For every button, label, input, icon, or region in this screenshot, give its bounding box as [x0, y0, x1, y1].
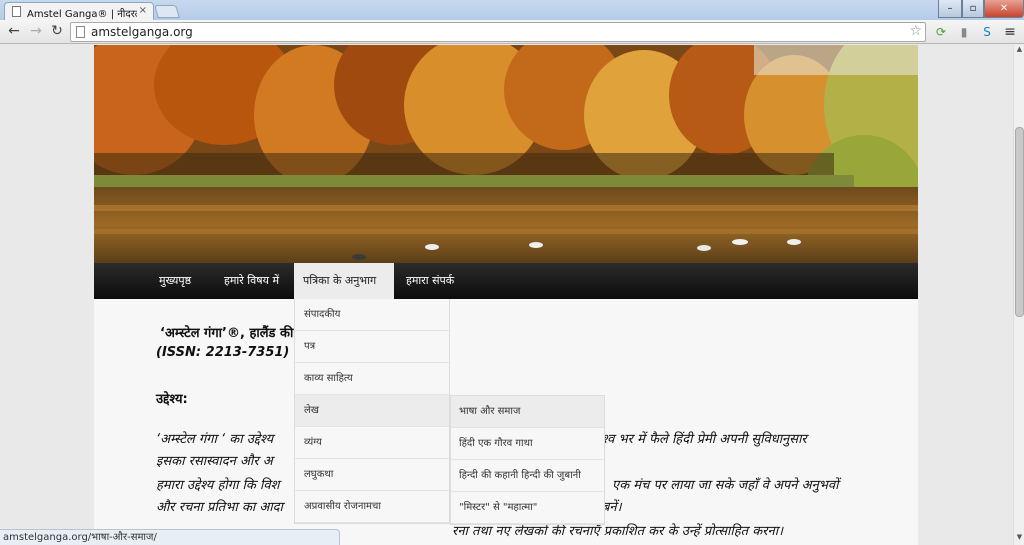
intro-title: ‘अम्स्टेल गंगा’®, हालैंड की — [160, 326, 294, 341]
nav-item-magazine-sections[interactable]: पत्रिका के अनुभाग — [294, 263, 394, 299]
forward-button[interactable]: → — [27, 22, 45, 40]
url-input[interactable] — [91, 25, 891, 39]
scrollbar-thumb[interactable] — [1015, 127, 1024, 317]
header-banner-image — [94, 45, 918, 263]
dropdown-item-poetry[interactable]: काव्य साहित्य — [295, 363, 449, 395]
dropdown-item-satire[interactable]: व्यंग्य — [295, 427, 449, 459]
new-tab-button[interactable] — [154, 5, 180, 18]
submenu-item-language-society[interactable]: भाषा और समाज — [451, 396, 604, 428]
browser-tab[interactable]: Amstel Ganga® | नीदरलैंड × — [4, 2, 154, 20]
page-icon — [76, 26, 85, 38]
dropdown-item-editorial[interactable]: संपादकीय — [295, 299, 449, 331]
browser-toolbar: ← → ↻ ☆ ⟳ ▮ S ≡ — [0, 20, 1024, 44]
signal-bars-icon[interactable]: ▮ — [956, 24, 972, 40]
paragraph-text: एक मंच पर लाया जा सके जहाँ वे अपने अनुभव… — [612, 478, 839, 493]
scroll-down-icon[interactable]: ▼ — [1014, 533, 1024, 545]
minimize-icon: – — [947, 3, 953, 14]
paragraph-text: हमारा उद्देश्य होगा कि विश — [156, 478, 280, 493]
menu-icon[interactable]: ≡ — [1002, 24, 1018, 40]
paragraph-text: और रचना प्रतिभा का आदा — [156, 500, 283, 515]
dropdown-item-letters[interactable]: पत्र — [295, 331, 449, 363]
main-navigation: मुख्यपृष्ठ हमारे विषय में पत्रिका के अनु… — [94, 263, 918, 299]
dropdown-item-articles[interactable]: लेख — [295, 395, 449, 427]
magazine-sections-dropdown: संपादकीय पत्र काव्य साहित्य लेख व्यंग्य … — [294, 299, 450, 524]
reload-button[interactable]: ↻ — [48, 22, 66, 40]
submenu-item-mister-mahatma[interactable]: "मिस्टर" से "महात्मा" — [451, 492, 604, 524]
paragraph-text: विश्व भर में फैले हिंदी प्रेमी अपनी सुवि… — [591, 432, 807, 447]
paragraph-text: इसका रसास्वादन और अ — [156, 454, 273, 469]
vertical-scrollbar[interactable]: ▲ ▼ — [1013, 45, 1024, 545]
nav-item-home[interactable]: मुख्यपृष्ठ — [150, 263, 200, 299]
tab-close-icon[interactable]: × — [139, 5, 147, 16]
back-button[interactable]: ← — [5, 22, 23, 40]
minimize-button[interactable]: – — [938, 0, 962, 18]
issn-number: (ISSN: 2213-7351) — [156, 345, 290, 360]
dropdown-item-diaspora-diary[interactable]: अप्रवासीय रोजनामचा — [295, 491, 449, 523]
close-icon: ✕ — [999, 3, 1009, 14]
window-titlebar: Amstel Ganga® | नीदरलैंड × – ▫ ✕ — [0, 0, 1024, 20]
page-icon — [12, 6, 21, 17]
paragraph-text: ‘अम्स्टेल गंगा ‘ का उद्देश्य — [156, 432, 274, 447]
articles-submenu: भाषा और समाज हिंदी एक गौरव गाथा हिन्दी क… — [450, 395, 605, 525]
skype-icon[interactable]: S — [979, 24, 995, 40]
submenu-item-hindi-story[interactable]: हिन्दी की कहानी हिन्दी की जुबानी — [451, 460, 604, 492]
nav-item-about[interactable]: हमारे विषय में — [215, 263, 288, 299]
submenu-item-hindi-glory[interactable]: हिंदी एक गौरव गाथा — [451, 428, 604, 460]
bookmark-star-icon[interactable]: ☆ — [909, 23, 922, 39]
page-viewport: मुख्यपृष्ठ हमारे विषय में पत्रिका के अनु… — [0, 45, 1013, 545]
extension-refresh-icon[interactable]: ⟳ — [933, 24, 949, 40]
close-window-button[interactable]: ✕ — [984, 0, 1024, 18]
status-bar-url: amstelganga.org/भाषा-और-समाज/ — [0, 529, 340, 545]
tab-title: Amstel Ganga® | नीदरलैंड — [27, 9, 137, 20]
scroll-up-icon[interactable]: ▲ — [1014, 45, 1024, 57]
maximize-button[interactable]: ▫ — [962, 0, 984, 18]
nav-item-contact[interactable]: हमारा संपर्क — [397, 263, 463, 299]
objective-heading: उद्देश्य: — [156, 392, 188, 407]
address-bar[interactable]: ☆ — [70, 22, 926, 42]
dropdown-item-short-stories[interactable]: लघुकथा — [295, 459, 449, 491]
maximize-icon: ▫ — [969, 3, 977, 14]
